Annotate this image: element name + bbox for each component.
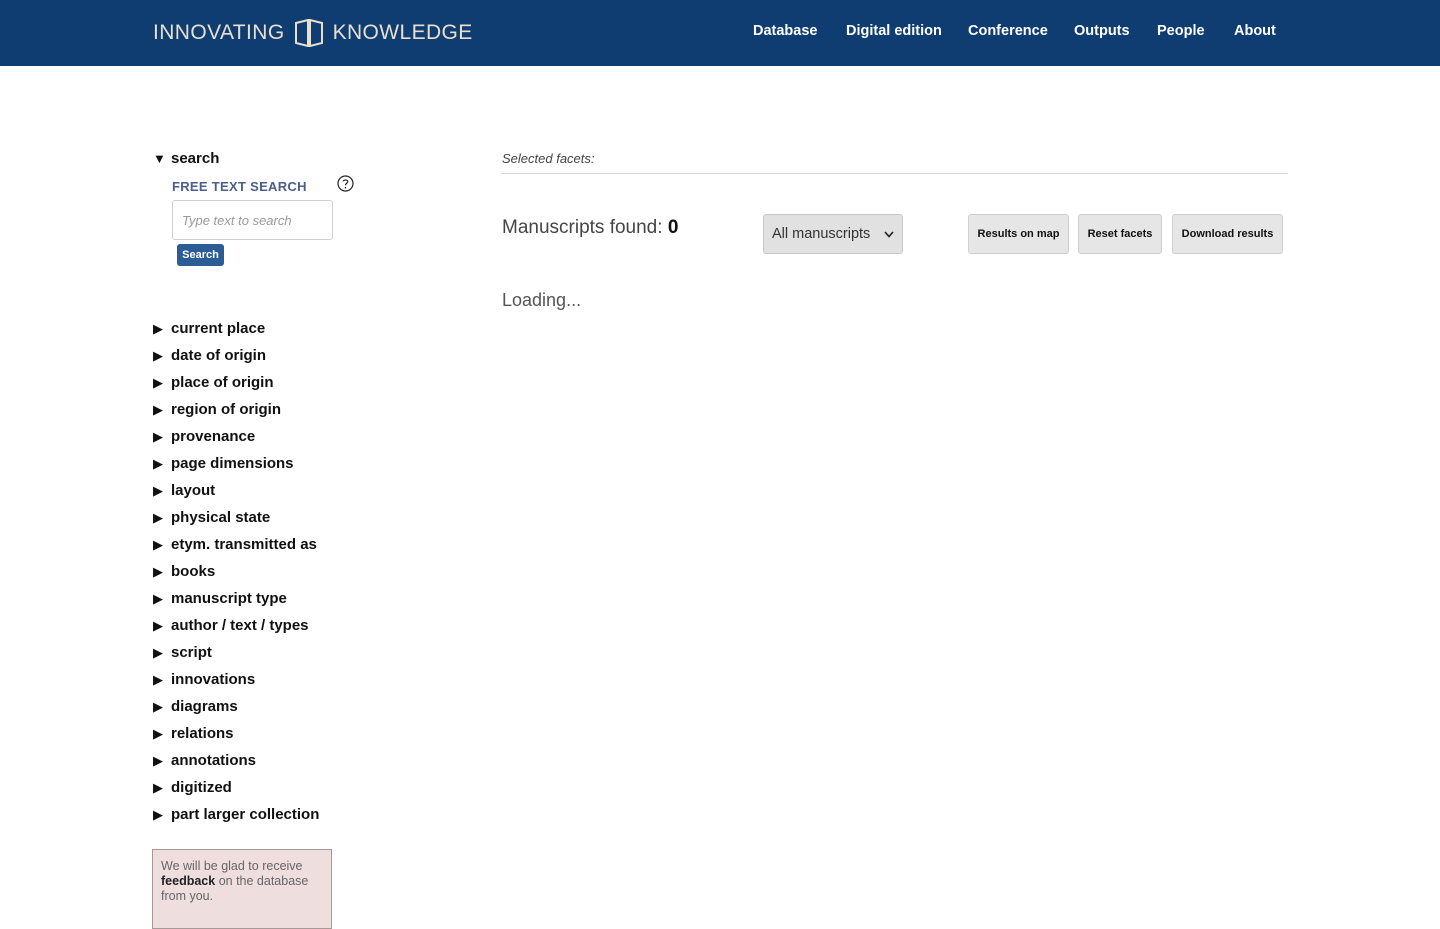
facet-label: author / text / types [171, 617, 309, 634]
download-results-button[interactable]: Download results [1172, 214, 1283, 254]
triangle-right-icon: ▶ [153, 509, 163, 525]
top-navigation-bar: INNOVATING KNOWLEDGE Database Digital ed… [0, 0, 1440, 66]
nav-people[interactable]: People [1157, 23, 1205, 39]
facet-label: page dimensions [171, 455, 294, 472]
divider [502, 173, 1288, 174]
triangle-right-icon: ▶ [153, 617, 163, 633]
triangle-right-icon: ▶ [153, 536, 163, 552]
results-count: Manuscripts found: 0 [502, 217, 678, 239]
triangle-down-icon: ▼ [153, 151, 166, 166]
facet-label: current place [171, 320, 266, 337]
results-count-label: Manuscripts found: [502, 217, 663, 238]
nav-about[interactable]: About [1234, 23, 1276, 39]
facet-label: script [171, 644, 212, 661]
facet-toggle[interactable]: ▶ annotations [153, 752, 256, 769]
nav-digital-edition[interactable]: Digital edition [846, 23, 942, 39]
facet-toggle[interactable]: ▶ digitized [153, 779, 232, 796]
facet-toggle[interactable]: ▶ relations [153, 725, 234, 742]
triangle-right-icon: ▶ [153, 347, 163, 363]
triangle-right-icon: ▶ [153, 374, 163, 390]
triangle-right-icon: ▶ [153, 806, 163, 822]
reset-facets-button[interactable]: Reset facets [1078, 214, 1162, 254]
facet-label: relations [171, 725, 234, 742]
triangle-right-icon: ▶ [153, 725, 163, 741]
nav-database[interactable]: Database [753, 23, 817, 39]
facet-toggle[interactable]: ▶ place of origin [153, 374, 274, 391]
main-nav: Database Digital edition Conference Outp… [0, 23, 1440, 43]
free-text-search-title: FREE TEXT SEARCH [172, 179, 307, 194]
facet-toggle[interactable]: ▶ script [153, 644, 212, 661]
facet-toggle[interactable]: ▶ date of origin [153, 347, 266, 364]
facet-toggle[interactable]: ▶ author / text / types [153, 617, 309, 634]
facet-label: innovations [171, 671, 256, 688]
help-icon[interactable] [337, 175, 354, 192]
facet-toggle[interactable]: ▶ part larger collection [153, 806, 319, 823]
results-on-map-button[interactable]: Results on map [968, 214, 1069, 254]
facet-toggle[interactable]: ▶ current place [153, 320, 265, 337]
manuscript-filter-value: All manuscripts [772, 226, 871, 242]
facet-toggle[interactable]: ▶ innovations [153, 671, 255, 688]
facet-toggle[interactable]: ▶ physical state [153, 509, 270, 526]
triangle-right-icon: ▶ [153, 671, 163, 687]
search-input[interactable] [172, 200, 333, 240]
triangle-right-icon: ▶ [153, 779, 163, 795]
triangle-right-icon: ▶ [153, 455, 163, 471]
facet-label: part larger collection [171, 806, 320, 823]
facet-toggle[interactable]: ▶ provenance [153, 428, 255, 445]
triangle-right-icon: ▶ [153, 428, 163, 444]
facet-search-label: search [171, 150, 220, 167]
triangle-right-icon: ▶ [153, 644, 163, 660]
feedback-box: We will be glad to receive feedback on t… [152, 849, 332, 929]
facet-label: etym. transmitted as [171, 536, 317, 553]
manuscript-filter-select[interactable]: All manuscripts [763, 214, 903, 254]
facet-label: annotations [171, 752, 256, 769]
loading-text: Loading... [502, 290, 582, 310]
results-count-value: 0 [667, 217, 679, 238]
facet-toggle[interactable]: ▶ manuscript type [153, 590, 287, 607]
facet-label: books [171, 563, 216, 580]
nav-outputs[interactable]: Outputs [1074, 23, 1130, 39]
facet-toggle[interactable]: ▶ layout [153, 482, 215, 499]
triangle-right-icon: ▶ [153, 590, 163, 606]
facet-toggle[interactable]: ▶ region of origin [153, 401, 281, 418]
triangle-right-icon: ▶ [153, 320, 163, 336]
triangle-right-icon: ▶ [153, 698, 163, 714]
facet-label: physical state [171, 509, 271, 526]
facet-search-toggle[interactable]: ▼ search [153, 150, 219, 167]
facet-label: provenance [171, 428, 256, 445]
search-button[interactable]: Search [177, 244, 224, 266]
triangle-right-icon: ▶ [153, 482, 163, 498]
feedback-link[interactable]: feedback [161, 874, 215, 888]
facet-label: diagrams [171, 698, 238, 715]
triangle-right-icon: ▶ [153, 752, 163, 768]
chevron-down-icon [884, 230, 894, 238]
facet-label: place of origin [171, 374, 274, 391]
feedback-text-before: We will be glad to receive [161, 859, 303, 873]
facet-toggle[interactable]: ▶ etym. transmitted as [153, 536, 317, 553]
facet-toggle[interactable]: ▶ books [153, 563, 215, 580]
triangle-right-icon: ▶ [153, 401, 163, 417]
selected-facets-label: Selected facets: [502, 151, 595, 166]
facet-toggle[interactable]: ▶ page dimensions [153, 455, 294, 472]
nav-conference[interactable]: Conference [968, 23, 1048, 39]
facet-label: date of origin [171, 347, 266, 364]
facet-label: layout [171, 482, 216, 499]
facet-label: manuscript type [171, 590, 287, 607]
facet-label: region of origin [171, 401, 281, 418]
facet-label: digitized [171, 779, 232, 796]
facet-toggle[interactable]: ▶ diagrams [153, 698, 238, 715]
triangle-right-icon: ▶ [153, 563, 163, 579]
